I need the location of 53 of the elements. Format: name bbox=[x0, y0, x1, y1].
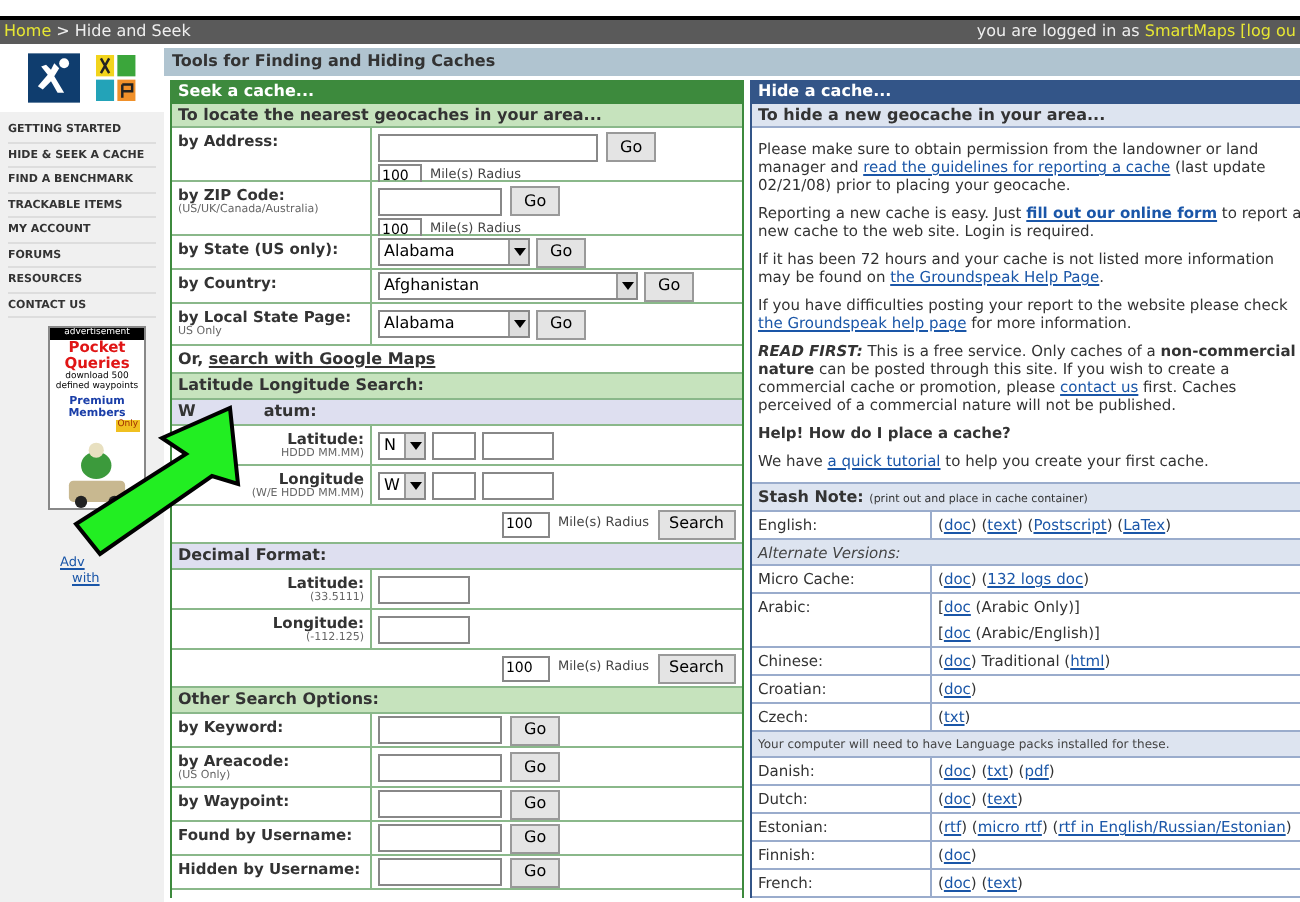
go-button[interactable]: Go bbox=[510, 715, 561, 745]
dropdown[interactable]: Alabama bbox=[378, 238, 530, 266]
section-heading: Other Search Options: bbox=[178, 688, 379, 712]
text-field[interactable] bbox=[378, 824, 502, 852]
text-field[interactable] bbox=[482, 471, 554, 499]
section-heading: Decimal Format: bbox=[178, 544, 327, 568]
breadcrumb-text: Home > Hide and Seek bbox=[4, 24, 191, 40]
home-link[interactable]: Home bbox=[4, 22, 52, 40]
go-button[interactable]: Go bbox=[510, 857, 561, 887]
text-field[interactable] bbox=[378, 716, 502, 744]
logout-link[interactable]: [log ou bbox=[1240, 22, 1296, 40]
dropdown[interactable]: W bbox=[378, 471, 426, 499]
page-title: Tools for Finding and Hiding Caches bbox=[164, 48, 1300, 76]
section-heading: atum: bbox=[263, 400, 317, 424]
text-field[interactable] bbox=[378, 858, 502, 886]
caret-icon bbox=[513, 320, 525, 328]
section-heading: Latitude Longitude Search: bbox=[178, 374, 424, 398]
go-button[interactable]: Go bbox=[510, 823, 561, 853]
go-button[interactable]: Go bbox=[510, 186, 561, 216]
panel-header: Hide a cache... bbox=[752, 80, 1300, 104]
text-field[interactable] bbox=[378, 753, 502, 781]
go-button[interactable]: Go bbox=[536, 309, 587, 339]
search-link-text: Or, search with Google Maps bbox=[178, 347, 436, 371]
section-heading: W bbox=[178, 400, 196, 424]
login-status-text: you are logged in as SmartMaps [log ou bbox=[976, 24, 1296, 40]
text-field[interactable] bbox=[378, 187, 502, 215]
go-button[interactable]: Go bbox=[536, 237, 587, 267]
caret-icon bbox=[409, 481, 421, 489]
search-button[interactable]: Search bbox=[657, 509, 736, 539]
caret-icon bbox=[409, 441, 421, 449]
dropdown[interactable]: Afghanistan bbox=[378, 272, 638, 300]
user-link[interactable]: SmartMaps bbox=[1144, 22, 1236, 40]
go-button[interactable]: Go bbox=[606, 132, 657, 162]
panel-header: Seek a cache... bbox=[172, 80, 742, 104]
text-field[interactable] bbox=[378, 575, 470, 603]
text-field[interactable] bbox=[482, 431, 554, 459]
text-field[interactable] bbox=[378, 133, 598, 161]
caret-icon bbox=[621, 282, 633, 290]
category-icons bbox=[96, 50, 136, 106]
text-field[interactable] bbox=[378, 790, 502, 818]
text-field[interactable] bbox=[432, 471, 476, 499]
go-button[interactable]: Go bbox=[510, 752, 561, 782]
text-field[interactable] bbox=[378, 615, 470, 643]
caret-icon bbox=[513, 248, 525, 256]
dropdown[interactable]: N bbox=[378, 431, 426, 459]
panel-subheader: To hide a new geocache in your area... bbox=[752, 104, 1300, 128]
panel-subheader: To locate the nearest geocaches in your area... bbox=[172, 104, 742, 128]
dropdown[interactable]: Alabama bbox=[378, 310, 530, 338]
text-link[interactable]: search with Google Maps bbox=[208, 349, 436, 367]
search-button[interactable]: Search bbox=[657, 653, 736, 683]
go-button[interactable]: Go bbox=[510, 789, 561, 819]
go-button[interactable]: Go bbox=[644, 271, 695, 301]
text-field[interactable] bbox=[432, 431, 476, 459]
